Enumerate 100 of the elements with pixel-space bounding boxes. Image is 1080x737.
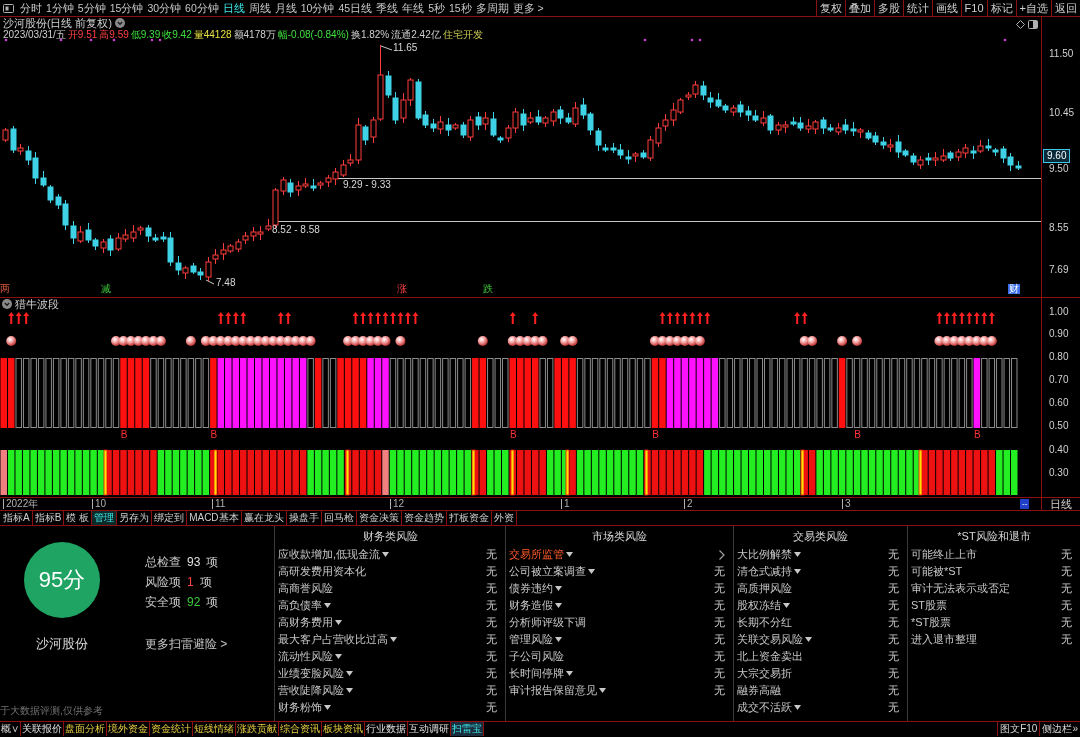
risk-item[interactable]: 高商誉风险 [278,583,333,594]
bottom-tab[interactable]: 概∨ [0,722,21,736]
risk-item[interactable]: 可能被*ST [911,566,963,577]
indicator-tab[interactable]: 管理 [92,511,118,525]
period-tab[interactable]: 月线 [274,2,297,14]
caret-icon[interactable] [794,552,801,557]
toolbar-button[interactable]: 复权 [815,0,845,16]
period-tab[interactable]: 分时 [20,2,42,14]
period-tab[interactable]: 15秒 [448,2,472,14]
bottom-tab[interactable]: 资金统计 [150,722,193,736]
caret-icon[interactable] [390,637,397,642]
toolbar-button[interactable]: 多股 [873,0,903,16]
chevron-circle-icon[interactable] [2,299,12,310]
risk-item[interactable]: 北上资金卖出 [737,651,803,662]
period-tab[interactable]: 季线 [376,2,399,14]
period-tab[interactable]: 周线 [248,2,271,14]
risk-item[interactable]: 融券高融 [737,685,781,696]
event-marker[interactable]: 涨 [397,284,407,294]
indicator-tab[interactable]: MACD基本 [187,511,242,525]
period-tab[interactable]: 60分钟 [185,2,219,14]
toolbar-button[interactable]: F10 [960,0,987,16]
indicator-tab[interactable]: 回马枪 [321,511,357,525]
toolbar-button[interactable]: 返回 [1051,0,1080,16]
chevron-circle-icon[interactable] [114,18,125,29]
bottom-tab[interactable]: 盘面分析 [64,722,107,736]
risk-item[interactable]: 子公司风险 [509,651,564,662]
bottom-tab[interactable]: 关联报价 [21,722,64,736]
bottom-tab[interactable]: 扫雷宝 [451,722,484,736]
risk-item[interactable]: 审计报告保留意见 [509,685,597,696]
period-tab[interactable]: 1分钟 [46,2,74,14]
indicator-tab[interactable]: 指标A [1,511,33,525]
risk-item[interactable]: 应收款增加,低现金流 [278,549,381,560]
period-tab[interactable]: 更多 > [512,2,544,14]
risk-item[interactable]: 可能终止上市 [911,549,977,560]
risk-item[interactable]: 管理风险 [509,634,553,645]
bottom-tab[interactable]: 境外资金 [107,722,150,736]
period-tab[interactable]: 日线 [222,2,245,14]
bottom-tab[interactable]: 行业数据 [365,722,408,736]
toolbar-button[interactable]: 画线 [931,0,961,16]
risk-item[interactable]: 高质押风险 [737,583,792,594]
panel-icon[interactable] [1028,20,1038,29]
risk-item[interactable]: 高财务费用 [278,617,333,628]
caret-icon[interactable] [794,705,801,710]
risk-item[interactable]: 进入退市整理 [911,634,977,645]
caret-icon[interactable] [599,688,606,693]
event-marker[interactable]: 财 [1008,284,1020,294]
event-marker[interactable]: 跌 [483,284,493,294]
event-marker[interactable]: 两 [0,284,10,294]
risk-item[interactable]: ST股票 [911,600,948,611]
toolbar-button[interactable]: 统计 [902,0,932,16]
risk-item[interactable]: 营收陡降风险 [278,685,344,696]
caret-icon[interactable] [346,671,353,676]
toolbar-button[interactable]: +自选 [1015,0,1051,16]
caret-icon[interactable] [555,603,562,608]
bottom-tab[interactable]: 涨跌贡献 [236,722,279,736]
caret-icon[interactable] [324,705,331,710]
bottom-tab[interactable]: 板块资讯 [322,722,365,736]
bottom-tab[interactable]: 短线情绪 [193,722,236,736]
caret-icon[interactable] [588,569,595,574]
risk-item[interactable]: 成交不活跃 [737,702,792,713]
risk-item[interactable]: 清仓式减持 [737,566,792,577]
indicator-tab[interactable]: 赢在龙头 [241,511,287,525]
risk-item[interactable]: 长期不分红 [737,617,792,628]
risk-item[interactable]: 大比例解禁 [737,549,792,560]
period-tab[interactable]: 5秒 [428,2,445,14]
risk-item[interactable]: 公司被立案调查 [509,566,586,577]
caret-icon[interactable] [783,603,790,608]
period-tab[interactable]: 45日线 [338,2,373,14]
toolbar-button[interactable]: 叠加 [844,0,874,16]
indicator-tab[interactable]: 操盘手 [286,511,322,525]
indicator-tab[interactable]: 资金趋势 [401,511,447,525]
risk-item[interactable]: 高负债率 [278,600,322,611]
more-link[interactable]: 更多扫雷避险 > [145,638,228,650]
side-button[interactable]: 图文F10 [997,722,1040,736]
caret-icon[interactable] [382,552,390,557]
period-tab[interactable]: 30分钟 [147,2,182,14]
risk-item[interactable]: 财务造假 [509,600,553,611]
diamond-icon[interactable] [1016,20,1025,29]
indicator-tab[interactable]: 指标B [32,511,65,525]
side-button[interactable]: 侧边栏» [1039,722,1080,736]
risk-item[interactable]: 关联交易风险 [737,634,803,645]
chevron-right-icon[interactable] [719,549,725,560]
period-tab[interactable]: 15分钟 [109,2,144,14]
caret-icon[interactable] [346,688,353,693]
risk-item[interactable]: 流动性风险 [278,651,333,662]
indicator-tab[interactable]: 资金决策 [356,511,402,525]
indicator-tab[interactable]: 外资 [491,511,517,525]
caret-icon[interactable] [566,671,573,676]
bottom-tab[interactable]: 综合资讯 [279,722,322,736]
risk-item[interactable]: 业绩变脸风险 [278,668,344,679]
risk-item[interactable]: 分析师评级下调 [509,617,586,628]
scale-button[interactable]: -- [1020,499,1030,509]
indicator-tab[interactable]: 绑定到 [152,511,188,525]
caret-icon[interactable] [805,637,812,642]
indicator-tab[interactable]: 另存为 [117,511,153,525]
period-tab[interactable]: 多周期 [475,2,509,14]
risk-item[interactable]: 债券违约 [509,583,553,594]
caret-icon[interactable] [555,637,562,642]
risk-item[interactable]: 长时间停牌 [509,668,564,679]
risk-item[interactable]: 财务粉饰 [278,702,322,713]
